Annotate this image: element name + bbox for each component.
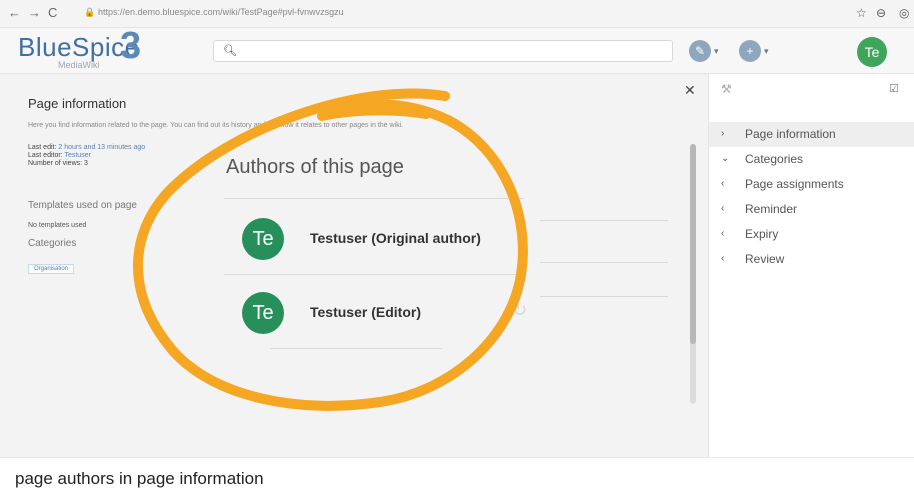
scrollbar-thumb[interactable] — [690, 144, 696, 344]
last-edit-label: Last edit: — [28, 144, 57, 151]
forward-icon[interactable]: → — [28, 6, 41, 20]
new-page-button[interactable]: + — [739, 40, 761, 62]
star-icon[interactable]: ☆ — [856, 6, 867, 20]
chevron-down-icon[interactable]: ▾ — [714, 46, 719, 57]
chevron-icon: ‹ — [721, 253, 725, 264]
sidebar-item-reminder[interactable]: ‹ Reminder — [709, 197, 914, 222]
divider — [540, 262, 668, 263]
sidebar-item-categories[interactable]: ⌄ Categories — [709, 147, 914, 172]
last-edit-link[interactable]: 2 hours and 13 minutes ago — [58, 144, 145, 151]
divider — [224, 198, 524, 199]
page-info-title: Page information — [28, 96, 127, 111]
scrollbar[interactable] — [690, 144, 696, 404]
categories-heading: Categories — [28, 238, 77, 249]
logo-subtext: MediaWiki — [58, 60, 100, 70]
author-item[interactable]: Te Testuser (Original author) — [224, 212, 524, 266]
last-editor-link[interactable]: Testuser — [64, 152, 90, 159]
sidebar-item-label: Reminder — [745, 202, 798, 216]
logo-number: 3 — [120, 25, 142, 67]
edit-button[interactable]: ✎ — [689, 40, 711, 62]
chevron-icon: ‹ — [721, 228, 725, 239]
divider — [540, 220, 668, 221]
sidebar-item-label: Review — [745, 252, 785, 266]
plus-icon: + — [746, 44, 754, 58]
templates-heading: Templates used on page — [28, 200, 137, 211]
sidebar-item-label: Expiry — [745, 227, 779, 241]
author-name[interactable]: Testuser (Original author) — [310, 230, 481, 246]
browser-toolbar: ← → C 🔒 https://en.demo.bluespice.com/wi… — [0, 0, 914, 28]
sidebar: ⚒ ☑ › Page information ⌄ Categories ‹ Page as… — [708, 74, 914, 457]
divider — [540, 296, 668, 297]
sidebar-item-label: Page information — [745, 127, 836, 141]
last-edit-row: Last edit: 2 hours and 13 minutes ago — [28, 144, 145, 151]
sidebar-item-review[interactable]: ‹ Review — [709, 247, 914, 272]
divider — [270, 348, 442, 349]
search-input[interactable]: 🔍︎ — [213, 40, 673, 62]
caption-divider — [0, 457, 914, 458]
sidebar-item-label: Categories — [745, 152, 804, 166]
wiki-header: BlueSpice 3 MediaWiki 🔍︎ ✎ ▾ + ▾ Te — [0, 25, 914, 74]
extension-icon[interactable]: ◎ — [899, 6, 909, 20]
user-avatar[interactable]: Te — [857, 37, 887, 67]
search-icon: 🔍︎ — [223, 45, 237, 57]
author-item[interactable]: Te Testuser (Editor) — [224, 286, 524, 340]
chevron-down-icon[interactable]: ▾ — [764, 46, 769, 57]
no-templates-text: No templates used — [28, 222, 87, 229]
author-name[interactable]: Testuser (Editor) — [310, 304, 421, 320]
lock-icon: 🔒 — [84, 7, 96, 17]
account-icon[interactable]: ⊖ — [876, 6, 886, 20]
pencil-icon: ✎ — [694, 44, 706, 58]
image-caption: page authors in page information — [15, 469, 264, 488]
chevron-icon: ‹ — [721, 203, 725, 214]
sidebar-item-expiry[interactable]: ‹ Expiry — [709, 222, 914, 247]
sidebar-item-page-assignments[interactable]: ‹ Page assignments — [709, 172, 914, 197]
authors-title: Authors of this page — [226, 156, 404, 178]
last-editor-label: Last editor: — [28, 152, 63, 159]
sidebar-item-label: Page assignments — [745, 177, 844, 191]
last-editor-row: Last editor: Testuser — [28, 152, 91, 159]
chevron-icon: › — [721, 128, 725, 139]
reload-icon[interactable]: C — [48, 6, 57, 20]
authors-dialog: Authors of this page Te Testuser (Origin… — [210, 128, 670, 358]
author-avatar: Te — [242, 218, 284, 260]
address-bar[interactable]: 🔒 https://en.demo.bluespice.com/wiki/Tes… — [80, 5, 850, 22]
category-tag[interactable]: Organisation — [28, 264, 75, 274]
sidebar-item-page-information[interactable]: › Page information — [709, 122, 914, 147]
chevron-icon: ‹ — [721, 178, 725, 189]
close-icon[interactable]: ✕ — [684, 82, 696, 99]
refresh-icon[interactable]: ↻ — [512, 300, 527, 321]
divider — [224, 274, 524, 275]
wrench-icon[interactable]: ⚒ — [721, 82, 732, 96]
back-icon[interactable]: ← — [8, 6, 21, 20]
checkbox-icon[interactable]: ☑ — [889, 82, 899, 95]
author-avatar: Te — [242, 292, 284, 334]
views-count: Number of views: 3 — [28, 160, 88, 167]
address-url[interactable]: https://en.demo.bluespice.com/wiki/TestP… — [98, 7, 344, 17]
chevron-icon: ⌄ — [721, 153, 730, 164]
screenshot-frame: ← → C 🔒 https://en.demo.bluespice.com/wi… — [0, 0, 914, 502]
